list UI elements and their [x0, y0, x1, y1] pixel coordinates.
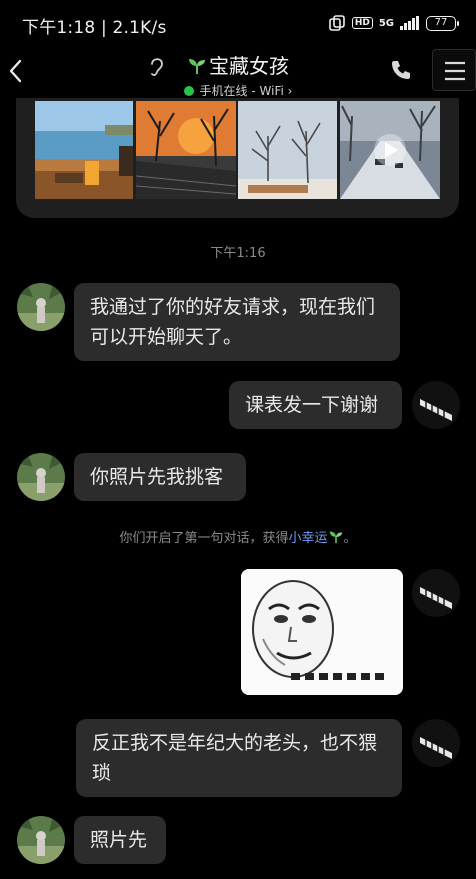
- chevron-right-icon: ›: [283, 84, 293, 98]
- clock: 下午1:18: [22, 18, 96, 38]
- contact-name-text: 宝藏女孩: [209, 54, 289, 78]
- my-avatar[interactable]: [412, 719, 460, 767]
- system-note-text: 你们开启了第一句对话，获得: [119, 531, 289, 546]
- message-text: 课表发一下谢谢: [245, 394, 379, 416]
- message-bubble-sent[interactable]: 课表发一下谢谢: [229, 381, 402, 429]
- sticker-image[interactable]: [241, 569, 403, 695]
- photo-wall-card[interactable]: [16, 98, 459, 218]
- message-text: 反正我不是年纪大的老头，也不猥琐: [92, 732, 378, 784]
- contact-avatar[interactable]: [17, 816, 65, 864]
- network-type: 5G: [378, 17, 394, 29]
- hamburger-icon: [445, 61, 465, 81]
- message-bubble-sent[interactable]: 反正我不是年纪大的老头，也不猥琐: [76, 719, 402, 797]
- sprout-icon: [329, 531, 342, 544]
- online-status[interactable]: 手机在线 - WiFi ›: [0, 82, 476, 99]
- message-text: 我通过了你的好友请求，现在我们可以开始聊天了。: [90, 296, 376, 348]
- message-text: 你照片先我挑客: [90, 466, 224, 488]
- phone-icon[interactable]: [389, 58, 413, 82]
- lucky-link[interactable]: 小幸运: [288, 531, 327, 546]
- my-avatar[interactable]: [412, 381, 460, 429]
- status-icons: HD 5G 77: [328, 13, 459, 33]
- my-avatar[interactable]: [412, 569, 460, 617]
- system-note-suffix: 。: [343, 531, 357, 546]
- chat-header: 宝藏女孩 手机在线 - WiFi ›: [0, 44, 476, 98]
- system-note: 你们开启了第一句对话，获得小幸运 。: [0, 527, 476, 546]
- online-status-text: 手机在线 - WiFi: [199, 84, 284, 98]
- message-bubble-received[interactable]: 我通过了你的好友请求，现在我们可以开始聊天了。: [74, 283, 400, 361]
- status-bar: 下午1:18 | 2.1K/s HD 5G 77: [0, 0, 476, 44]
- online-dot: [183, 86, 194, 96]
- sprout-icon: [189, 59, 205, 74]
- message-bubble-received[interactable]: 照片先: [74, 816, 166, 864]
- photo-thumbnail[interactable]: [136, 101, 236, 199]
- photo-thumbnail[interactable]: [35, 101, 133, 199]
- message-bubble-received[interactable]: 你照片先我挑客: [74, 453, 246, 501]
- photo-thumbnail[interactable]: [238, 101, 337, 199]
- hd-icon: HD: [351, 17, 373, 29]
- screen-mirror-icon: [329, 15, 345, 31]
- status-time: 下午1:18 | 2.1K/s: [22, 18, 167, 38]
- contact-avatar[interactable]: [17, 283, 65, 331]
- message-text: 照片先: [90, 829, 148, 851]
- battery-icon: 77: [426, 15, 459, 31]
- network-speed: 2.1K/s: [112, 18, 167, 38]
- contact-avatar[interactable]: [17, 453, 65, 501]
- message-timestamp: 下午1:16: [210, 246, 266, 261]
- signal-icon: [400, 16, 419, 30]
- video-thumbnail[interactable]: [340, 101, 440, 199]
- menu-button[interactable]: [432, 49, 476, 91]
